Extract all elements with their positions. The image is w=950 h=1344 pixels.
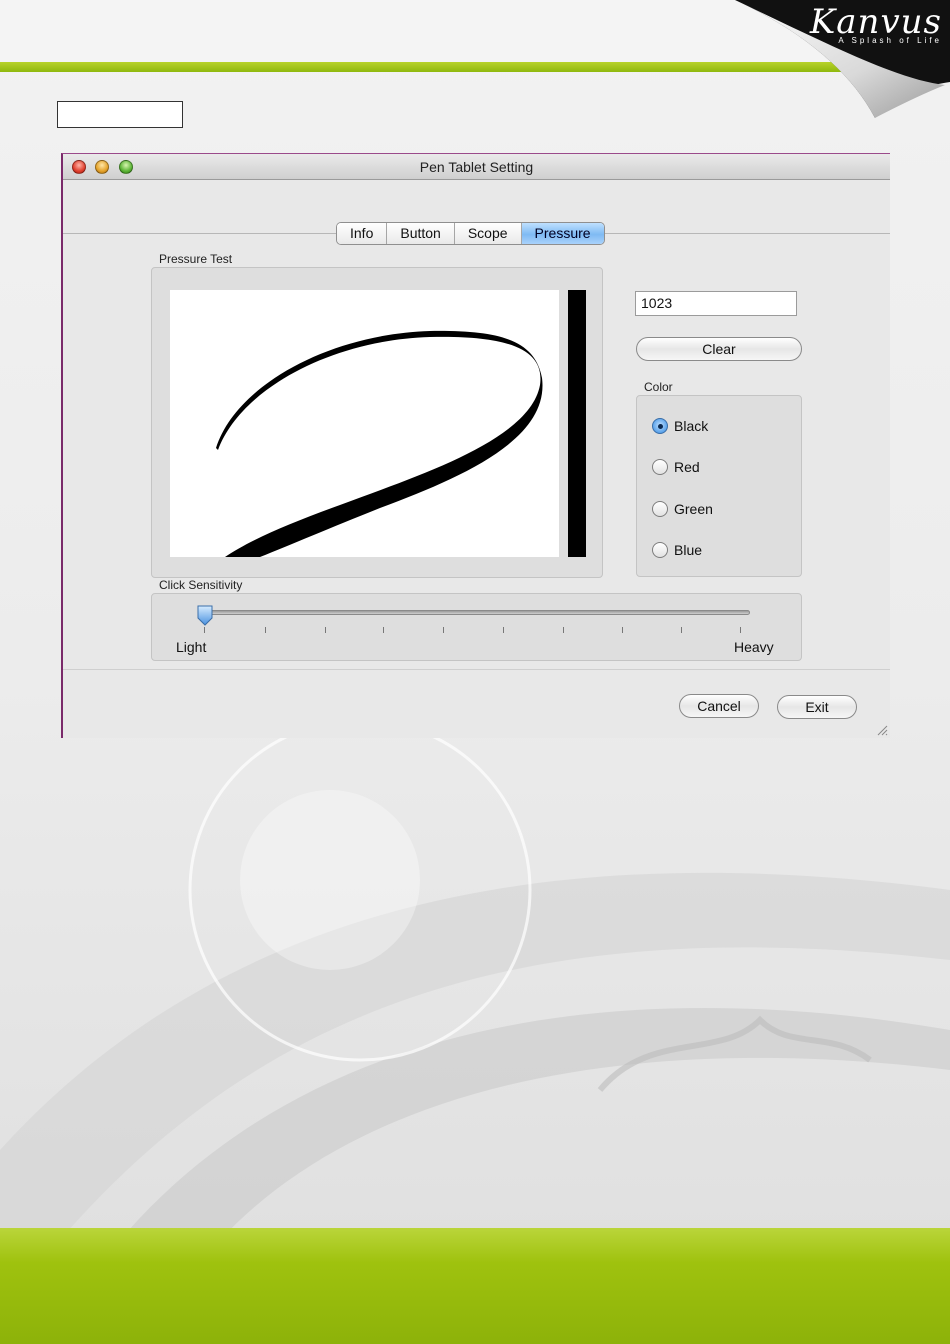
clear-button[interactable]: Clear	[636, 337, 802, 361]
slider-tick	[443, 627, 444, 633]
slider-min-label: Light	[176, 639, 207, 655]
color-option-label: Red	[674, 459, 700, 475]
radio-black-icon[interactable]	[652, 418, 668, 434]
slider-tick	[265, 627, 266, 633]
click-sensitivity-label: Click Sensitivity	[159, 578, 243, 592]
tab-pressure[interactable]: Pressure	[521, 223, 604, 244]
footer-green-band	[0, 1228, 950, 1344]
radio-blue-icon[interactable]	[652, 542, 668, 558]
slider-tick	[563, 627, 564, 633]
color-group-label: Color	[644, 380, 673, 394]
pressure-test-canvas[interactable]	[170, 290, 559, 557]
tab-button[interactable]: Button	[387, 223, 455, 244]
slider-tick	[622, 627, 623, 633]
pressure-level-bar	[568, 290, 586, 557]
radio-green-icon[interactable]	[652, 501, 668, 517]
color-option-blue[interactable]: Blue	[652, 541, 702, 559]
color-option-label: Blue	[674, 542, 703, 558]
slider-tick	[503, 627, 504, 633]
radio-red-icon[interactable]	[652, 459, 668, 475]
color-option-label: Green	[674, 501, 713, 517]
sensitivity-slider-track[interactable]	[202, 610, 750, 615]
color-option-red[interactable]: Red	[652, 458, 700, 476]
window-title: Pen Tablet Setting	[419, 159, 534, 175]
titlebar: Pen Tablet Setting	[63, 154, 890, 180]
pressure-test-label: Pressure Test	[159, 252, 233, 266]
background-swirl-art	[0, 730, 950, 1240]
cancel-button[interactable]: Cancel	[679, 694, 759, 718]
color-option-green[interactable]: Green	[652, 500, 713, 518]
pressure-value-field[interactable]: 1023	[635, 291, 797, 316]
click-sensitivity-group	[151, 593, 802, 661]
resize-grip-icon[interactable]	[876, 724, 888, 736]
sensitivity-slider-thumb[interactable]	[196, 605, 214, 626]
pen-stroke-drawing	[216, 330, 543, 557]
color-option-label: Black	[674, 418, 709, 434]
footer-divider	[63, 669, 890, 670]
exit-button[interactable]: Exit	[777, 695, 857, 719]
tab-info[interactable]: Info	[337, 223, 388, 244]
tab-bar: Info Button Scope Pressure	[336, 222, 605, 245]
slider-max-label: Heavy	[734, 639, 774, 655]
color-option-black[interactable]: Black	[652, 417, 708, 435]
slider-tick	[740, 627, 741, 633]
tab-scope[interactable]: Scope	[454, 223, 522, 244]
slider-tick	[325, 627, 326, 633]
brand-tagline: A Splash of Life	[838, 36, 942, 45]
slider-tick	[204, 627, 205, 633]
figure-caption-box	[57, 101, 183, 128]
pen-tablet-setting-window: Pen Tablet Setting Info Button Scope Pre…	[61, 153, 890, 738]
slider-tick	[681, 627, 682, 633]
slider-tick	[383, 627, 384, 633]
